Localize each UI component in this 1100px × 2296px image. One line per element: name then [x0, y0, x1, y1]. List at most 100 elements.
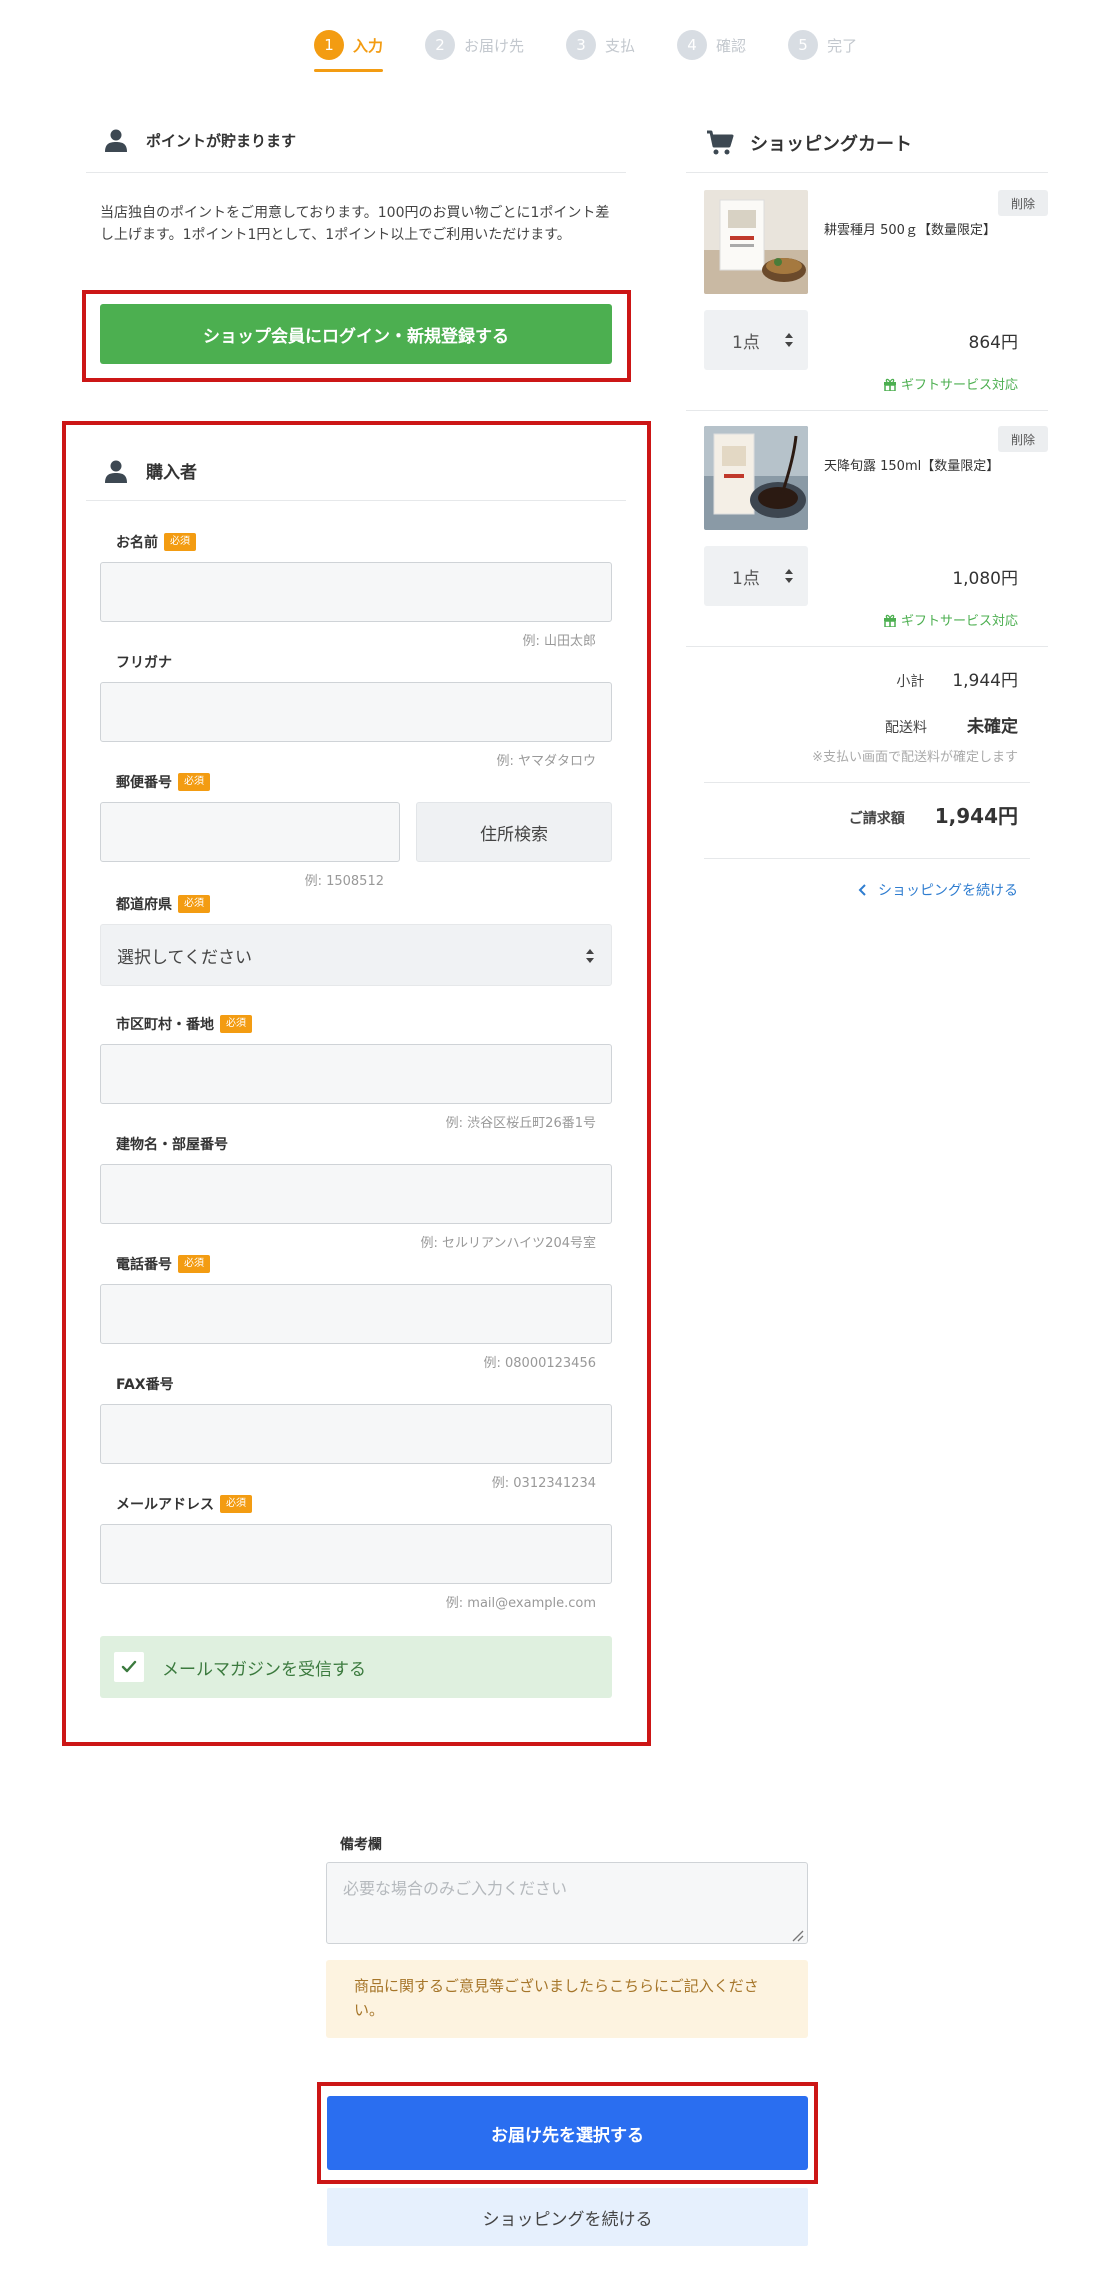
- required-badge: 必須: [178, 773, 210, 791]
- step-label: 確認: [716, 36, 747, 55]
- email-label: メールアドレス 必須: [116, 1494, 252, 1514]
- kana-input[interactable]: [100, 682, 612, 742]
- shipping-note: ※支払い画面で配送料が確定します: [812, 750, 1018, 765]
- continue-shopping-button[interactable]: ショッピングを続ける: [327, 2188, 808, 2246]
- points-section-title: ポイントが貯まります: [104, 128, 296, 152]
- buyer-section-title: 購入者: [104, 458, 197, 483]
- product-image: [704, 190, 808, 294]
- delete-item-button[interactable]: 削除: [998, 190, 1048, 216]
- newsletter-label: メールマガジンを受信する: [162, 1659, 366, 1680]
- email-label-text: メールアドレス: [116, 1497, 214, 1513]
- product-thumbnail[interactable]: [704, 426, 808, 530]
- chevron-left-icon: [858, 884, 866, 896]
- gift-service-text: ギフトサービス対応: [900, 614, 1018, 629]
- divider: [704, 782, 1030, 783]
- step-delivery: 2 お届け先: [425, 30, 524, 72]
- step-label: 完了: [827, 36, 858, 55]
- building-hint: 例: セルリアンハイツ204号室: [420, 1236, 596, 1251]
- quantity-select[interactable]: 1点: [704, 310, 808, 370]
- building-input[interactable]: [100, 1164, 612, 1224]
- gift-icon: [883, 614, 896, 627]
- divider: [686, 172, 1048, 173]
- gift-service-label: ギフトサービス対応: [883, 374, 1018, 393]
- gift-service-text: ギフトサービス対応: [900, 378, 1018, 393]
- subtotal-value: 1,944円: [952, 671, 1018, 691]
- step-payment: 3 支払: [566, 30, 635, 72]
- delete-item-button[interactable]: 削除: [998, 426, 1048, 452]
- points-title: ポイントが貯まります: [146, 131, 297, 150]
- zip-label-text: 郵便番号: [116, 775, 172, 791]
- cart-icon: [707, 130, 734, 155]
- select-updown-icon: [785, 569, 793, 583]
- required-badge: 必須: [164, 533, 196, 551]
- name-input[interactable]: [100, 562, 612, 622]
- kana-label-text: フリガナ: [116, 655, 172, 671]
- pref-label: 都道府県 必須: [116, 894, 210, 914]
- email-hint: 例: mail@example.com: [445, 1596, 596, 1611]
- continue-shopping-text: ショッピングを続ける: [878, 883, 1018, 899]
- name-label-text: お名前: [116, 535, 158, 551]
- kana-label: フリガナ: [116, 652, 172, 672]
- select-updown-icon: [785, 333, 793, 347]
- checkout-stepper: 1 入力 2 お届け先 3 支払 4 確認 5 完了: [314, 30, 899, 72]
- memo-info-box: 商品に関するご意見等ございましたらこちらにご記入ください。: [326, 1960, 808, 2038]
- gift-icon: [883, 378, 896, 391]
- prefecture-select[interactable]: 選択してください: [100, 924, 612, 986]
- kana-hint: 例: ヤマダタロウ: [496, 754, 596, 769]
- cart-title-text: ショッピングカート: [750, 134, 912, 155]
- step-number: 3: [566, 30, 597, 60]
- name-label: お名前 必須: [116, 532, 196, 552]
- divider: [686, 646, 1048, 647]
- continue-shopping-link[interactable]: ショッピングを続ける: [858, 880, 1018, 900]
- step-number: 5: [788, 30, 819, 60]
- total-row: ご請求額 1,944円: [849, 800, 1018, 829]
- product-name[interactable]: 耕雲種月 500ｇ【数量限定】: [824, 220, 996, 241]
- city-hint: 例: 渋谷区桜丘町26番1号: [445, 1116, 596, 1131]
- tel-input[interactable]: [100, 1284, 612, 1344]
- step-number: 1: [314, 30, 344, 60]
- quantity-select[interactable]: 1点: [704, 546, 808, 606]
- product-thumbnail[interactable]: [704, 190, 808, 294]
- subtotal-row: 小計 1,944円: [896, 666, 1018, 691]
- points-description: 当店独自のポイントをご用意しております。100円のお買い物ごとに1ポイント差し上…: [100, 205, 610, 243]
- shipping-value: 未確定: [967, 717, 1018, 737]
- person-icon: [105, 129, 127, 152]
- step-label: お届け先: [464, 36, 525, 55]
- city-input[interactable]: [100, 1044, 612, 1104]
- zip-input[interactable]: [100, 802, 400, 862]
- select-updown-icon: [586, 949, 594, 963]
- select-delivery-button[interactable]: お届け先を選択する: [327, 2096, 808, 2170]
- total-value: 1,944円: [934, 804, 1018, 828]
- fax-input[interactable]: [100, 1404, 612, 1464]
- newsletter-checkbox[interactable]: [114, 1652, 144, 1682]
- person-icon: [105, 460, 127, 483]
- resize-handle-icon[interactable]: [790, 1928, 804, 1942]
- buyer-title: 購入者: [146, 463, 197, 483]
- memo-label: 備考欄: [340, 1837, 382, 1853]
- required-badge: 必須: [220, 1015, 252, 1033]
- item-price: 1,080円: [952, 569, 1018, 589]
- shipping-label: 配送料: [885, 720, 927, 736]
- name-hint: 例: 山田太郎: [522, 634, 596, 649]
- address-search-button[interactable]: 住所検索: [416, 802, 612, 862]
- memo-textarea[interactable]: [326, 1862, 808, 1944]
- building-label-text: 建物名・部屋番号: [116, 1137, 228, 1153]
- zip-hint: 例: 1508512: [304, 874, 384, 889]
- step-label: 入力: [353, 36, 384, 55]
- newsletter-checkbox-row[interactable]: メールマガジンを受信する: [100, 1636, 612, 1698]
- divider: [686, 410, 1048, 411]
- quantity-value: 1点: [732, 332, 760, 353]
- city-label-text: 市区町村・番地: [116, 1017, 214, 1033]
- cart-title: ショッピングカート: [706, 130, 912, 156]
- step-input: 1 入力: [314, 30, 384, 72]
- step-confirm: 4 確認: [677, 30, 746, 72]
- city-label: 市区町村・番地 必須: [116, 1014, 252, 1034]
- shipping-row: 配送料 未確定: [885, 712, 1018, 737]
- member-login-button[interactable]: ショップ会員にログイン・新規登録する: [100, 304, 612, 364]
- product-image: [704, 426, 808, 530]
- total-label: ご請求額: [848, 811, 905, 827]
- product-name[interactable]: 天降旬露 150ml【数量限定】: [824, 456, 999, 477]
- tel-label: 電話番号 必須: [116, 1254, 210, 1274]
- check-icon: [121, 1660, 137, 1673]
- email-input[interactable]: [100, 1524, 612, 1584]
